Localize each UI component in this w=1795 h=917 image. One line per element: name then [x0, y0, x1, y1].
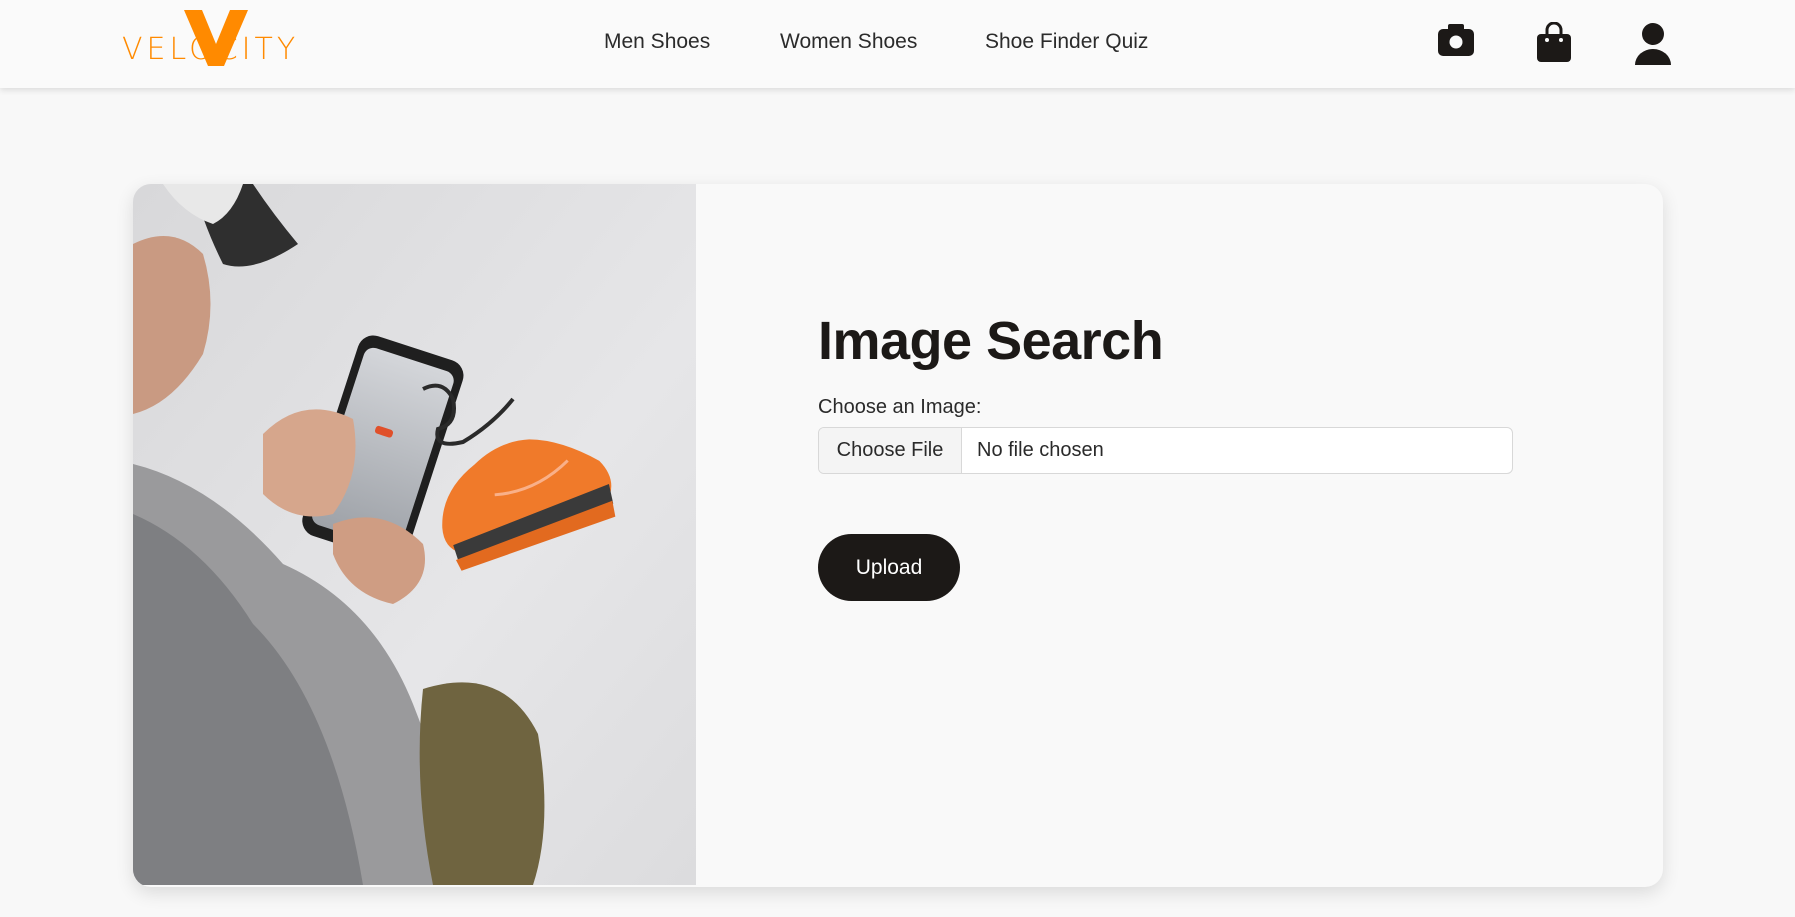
file-input-label: Choose an Image:	[818, 396, 982, 418]
camera-icon[interactable]	[1437, 22, 1475, 63]
file-status-text: No file chosen	[977, 439, 1104, 461]
main-nav: Men Shoes Women Shoes Shoe Finder Quiz	[0, 30, 1795, 60]
image-search-form: Image Search Choose an Image: Choose Fil…	[818, 310, 1518, 601]
upload-button[interactable]: Upload	[818, 534, 960, 601]
image-search-card: Image Search Choose an Image: Choose Fil…	[133, 184, 1663, 887]
nav-link-men-shoes[interactable]: Men Shoes	[604, 30, 710, 54]
nav-link-women-shoes[interactable]: Women Shoes	[780, 30, 917, 54]
shopping-bag-icon[interactable]	[1535, 21, 1573, 69]
hero-photo	[133, 184, 696, 885]
file-input[interactable]: Choose File No file chosen	[818, 427, 1513, 474]
page-title: Image Search	[818, 311, 1164, 371]
user-icon[interactable]	[1633, 22, 1673, 71]
choose-file-button[interactable]: Choose File	[819, 428, 962, 473]
nav-link-shoe-finder-quiz[interactable]: Shoe Finder Quiz	[985, 30, 1148, 54]
top-navbar: VELOCITY Men Shoes Women Shoes Shoe Find…	[0, 0, 1795, 88]
